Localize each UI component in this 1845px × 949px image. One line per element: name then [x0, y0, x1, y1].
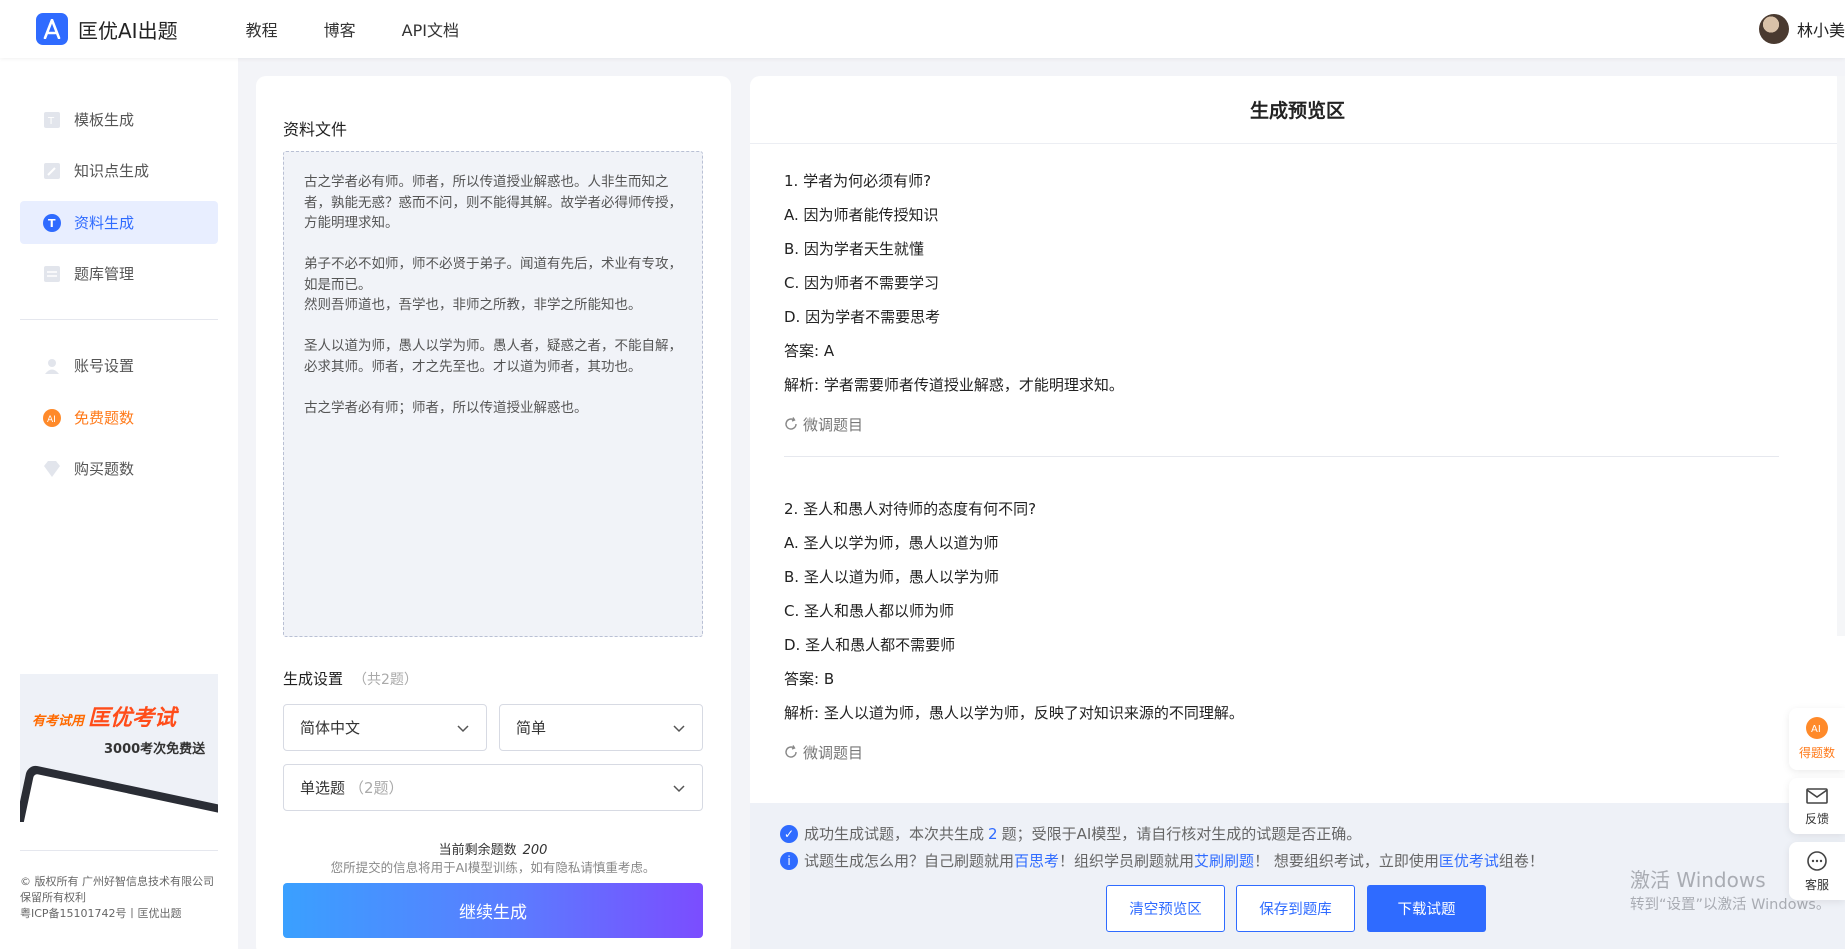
user-menu[interactable]: 林小美	[1758, 0, 1845, 58]
refresh-icon	[785, 745, 797, 758]
promo-banner[interactable]: 有考试用 匡优考试 3000考次免费送	[20, 674, 218, 822]
continue-generate-button[interactable]: 继续生成	[283, 883, 703, 938]
svg-text:T: T	[48, 217, 56, 230]
option-c: C. 因为师者不需要学习	[784, 274, 940, 292]
link-baisikao[interactable]: 百思考	[1014, 850, 1059, 871]
option-d: D. 圣人和愚人都不需要师	[784, 636, 956, 654]
link-aishua[interactable]: 艾刷刷题	[1194, 850, 1254, 871]
save-to-bank-button[interactable]: 保存到题库	[1236, 885, 1355, 932]
sidebar-item-free-quota[interactable]: AI 免费题数	[20, 396, 218, 439]
privacy-note: 您所提交的信息将用于AI模型训练，如有隐私请慎重考虑。	[330, 860, 656, 875]
link-kuangyou-exam[interactable]: 匡优考试	[1439, 850, 1499, 871]
info-circle-icon: i	[780, 851, 798, 870]
sidebar-item-label: 资料生成	[74, 214, 135, 232]
refine-question-button[interactable]: 微调题目	[784, 407, 1779, 441]
preview-scrollbar[interactable]	[1837, 76, 1845, 636]
sidebar-item-label: 购买题数	[74, 460, 135, 478]
option-c: C. 圣人和愚人都以师为师	[784, 602, 955, 620]
success-notice: ✓ 成功生成试题，本次共生成 2 题；受限于AI模型，请自行核对生成的试题是否正确。	[780, 823, 1361, 844]
download-button[interactable]: 下载试题	[1367, 885, 1486, 932]
answer: 答案: A	[784, 342, 835, 360]
avatar	[1758, 14, 1789, 44]
logo-icon	[36, 13, 68, 45]
sidebar-item-label: 模板生成	[74, 111, 135, 129]
option-b: B. 因为学者天生就懂	[784, 240, 924, 258]
sidebar-item-label: 知识点生成	[74, 162, 150, 180]
copyright-note: © 版权所有 广州好智信息技术有限公司 保留所有权利 粤ICP备15101742…	[20, 875, 214, 920]
chevron-down-icon	[673, 725, 685, 733]
windows-watermark-title: 激活 Windows	[1630, 868, 1766, 892]
sidebar-item-material[interactable]: T 资料生成	[20, 201, 218, 244]
chevron-down-icon	[457, 725, 469, 733]
svg-text:AI: AI	[47, 415, 56, 425]
answer: 答案: B	[784, 670, 835, 688]
feedback-float-button[interactable]: 反馈	[1789, 778, 1845, 834]
chevron-down-icon	[673, 785, 685, 793]
service-float-button[interactable]: 客服	[1789, 842, 1845, 900]
points-float-button[interactable]: AI 得题数	[1789, 708, 1845, 770]
tablet-illustration	[20, 764, 218, 822]
svg-text:T: T	[47, 116, 55, 127]
question-item: 1. 学者为何必须有师? A. 因为师者能传授知识 B. 因为学者天生就懂 C.…	[784, 164, 1779, 441]
brand-name: 匡优AI出题	[78, 18, 178, 43]
brand-logo[interactable]: 匡优AI出题	[36, 13, 178, 45]
svg-text:AI: AI	[1811, 724, 1821, 735]
sidebar-item-knowledge[interactable]: 知识点生成	[20, 149, 218, 192]
ai-coin-icon: AI	[42, 408, 62, 428]
ai-coin-icon: AI	[1806, 717, 1828, 739]
nav-api-docs[interactable]: API文档	[402, 17, 459, 41]
sidebar-divider	[20, 850, 218, 851]
option-b: B. 圣人以道为师，愚人以学为师	[784, 568, 999, 586]
language-select[interactable]: 简体中文	[283, 704, 487, 751]
sidebar-item-label: 账号设置	[74, 357, 135, 375]
material-section-title: 资料文件	[283, 120, 348, 139]
template-icon: T	[42, 110, 62, 130]
sidebar-item-label: 题库管理	[74, 265, 135, 283]
question-type-select[interactable]: 单选题 （2题）	[283, 764, 703, 811]
promo-headline: 有考试用 匡优考试	[32, 706, 177, 731]
text-icon: T	[42, 213, 62, 233]
sidebar-divider	[20, 319, 218, 320]
question-list: 1. 学者为何必须有师? A. 因为师者能传授知识 B. 因为学者天生就懂 C.…	[784, 164, 1779, 769]
refresh-icon	[785, 417, 797, 430]
question-stem: 2. 圣人和愚人对待师的态度有何不同?	[784, 500, 1037, 518]
analysis: 解析: 圣人以道为师，愚人以学为师，反映了对知识来源的不同理解。	[784, 704, 1244, 722]
chat-icon	[1807, 851, 1827, 871]
top-nav: 教程 博客 API文档	[246, 17, 505, 41]
sidebar-item-template[interactable]: T 模板生成	[20, 98, 218, 141]
user-name: 林小美	[1796, 21, 1845, 40]
bank-icon	[42, 264, 62, 284]
user-icon	[42, 356, 62, 376]
question-divider	[784, 456, 1779, 457]
diamond-icon	[42, 459, 62, 479]
question-item: 2. 圣人和愚人对待师的态度有何不同? A. 圣人以学为师，愚人以道为师 B. …	[784, 492, 1779, 769]
difficulty-select[interactable]: 简单	[499, 704, 703, 751]
sidebar-item-label: 免费题数	[74, 409, 135, 427]
sidebar-item-buy-quota[interactable]: 购买题数	[20, 447, 218, 490]
sidebar: T 模板生成 知识点生成 T 资料生成 题库管理 账号设置 AI 免费题数 购买…	[0, 58, 238, 949]
nav-blog[interactable]: 博客	[324, 17, 356, 41]
material-textarea[interactable]: 古之学者必有师。师者，所以传道授业解惑也。人非生而知之者，孰能无惑？惑而不问，则…	[283, 151, 703, 637]
pen-icon	[42, 161, 62, 181]
sidebar-item-question-bank[interactable]: 题库管理	[20, 252, 218, 295]
preview-title: 生成预览区	[750, 76, 1845, 144]
mail-icon	[1806, 788, 1828, 804]
usage-notice: i 试题生成怎么用？自己刷题就用 百思考 ！组织学员刷题就用 艾刷刷题 ！ 想要…	[780, 850, 1544, 871]
option-a: A. 圣人以学为师，愚人以道为师	[784, 534, 999, 552]
settings-title: 生成设置 （共2题）	[283, 670, 418, 688]
nav-tutorial[interactable]: 教程	[246, 17, 278, 41]
option-a: A. 因为师者能传授知识	[784, 206, 939, 224]
sidebar-item-account[interactable]: 账号设置	[20, 344, 218, 387]
material-panel: 资料文件 古之学者必有师。师者，所以传道授业解惑也。人非生而知之者，孰能无惑？惑…	[256, 76, 731, 949]
refine-question-button[interactable]: 微调题目	[784, 735, 1779, 769]
analysis: 解析: 学者需要师者传道授业解惑，才能明理求知。	[784, 376, 1124, 394]
option-d: D. 因为学者不需要思考	[784, 308, 941, 326]
question-stem: 1. 学者为何必须有师?	[784, 172, 932, 190]
check-circle-icon: ✓	[780, 824, 798, 843]
promo-subtitle: 3000考次免费送	[104, 742, 206, 757]
clear-preview-button[interactable]: 清空预览区	[1106, 885, 1225, 932]
top-header: 匡优AI出题 教程 博客 API文档 林小美	[0, 0, 1845, 58]
remaining-quota: 当前剩余题数 200	[438, 843, 548, 858]
